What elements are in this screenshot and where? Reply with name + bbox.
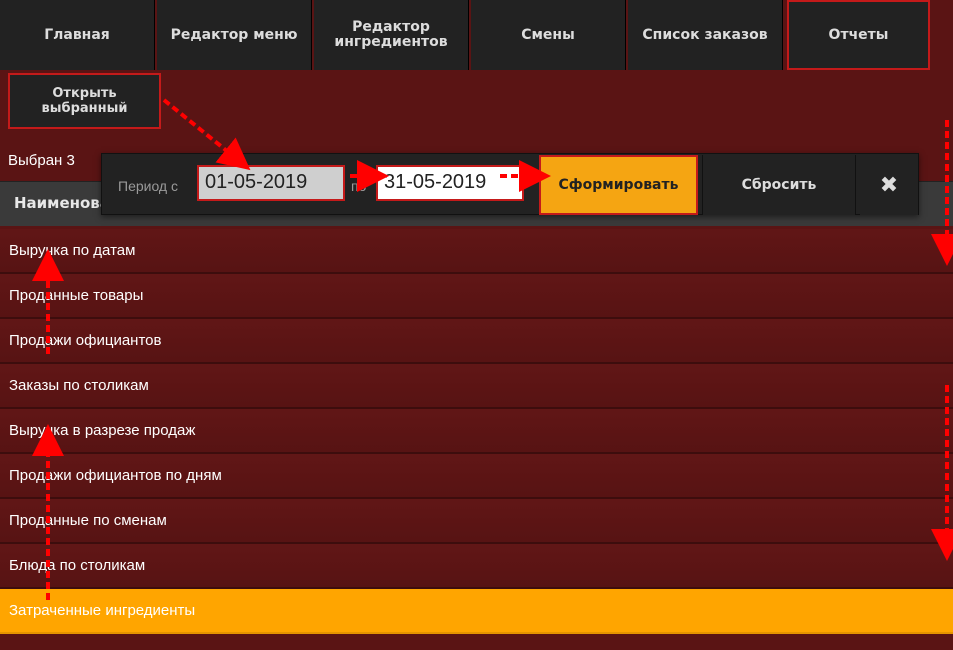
reset-button[interactable]: Сбросить xyxy=(702,155,856,215)
tab-shifts[interactable]: Смены xyxy=(471,0,626,70)
selected-count-text: Выбран 3 xyxy=(8,152,75,169)
report-item-sold-by-shift[interactable]: Проданные по сменам xyxy=(0,499,953,544)
close-button[interactable]: ✖ xyxy=(860,155,918,215)
report-item-revenue-by-date[interactable]: Выручка по датам xyxy=(0,229,953,274)
annotation-arrow-diagonal xyxy=(162,98,251,171)
period-to-label: по xyxy=(351,178,367,194)
report-item-orders-by-table[interactable]: Заказы по столикам xyxy=(0,364,953,409)
date-to-input[interactable]: 31-05-2019 xyxy=(376,165,524,201)
tab-home[interactable]: Главная xyxy=(0,0,155,70)
tab-reports[interactable]: Отчеты xyxy=(787,0,930,70)
report-item-dishes-by-table[interactable]: Блюда по столикам xyxy=(0,544,953,589)
report-item-waiter-sales-by-day[interactable]: Продажи официантов по дням xyxy=(0,454,953,499)
report-item-revenue-by-sales[interactable]: Выручка в разрезе продаж xyxy=(0,409,953,454)
open-selected-button[interactable]: Открыть выбранный xyxy=(8,73,161,129)
close-icon: ✖ xyxy=(879,172,899,198)
date-from-input[interactable]: 01-05-2019 xyxy=(197,165,345,201)
period-label: Период с xyxy=(118,178,178,194)
report-item-sold-goods[interactable]: Проданные товары xyxy=(0,274,953,319)
top-nav: Главная Редактор меню Редактор ингредиен… xyxy=(0,0,953,72)
tab-orders-list[interactable]: Список заказов xyxy=(628,0,783,70)
period-dialog: Период с 01-05-2019 по 31-05-2019 Сформи… xyxy=(101,153,919,215)
tab-ingredients-editor[interactable]: Редактор ингредиентов xyxy=(314,0,469,70)
report-item-waiter-sales[interactable]: Продажи официантов xyxy=(0,319,953,364)
report-item-spent-ingredients[interactable]: Затраченные ингредиенты xyxy=(0,589,953,634)
generate-button[interactable]: Сформировать xyxy=(539,155,698,215)
report-list: Выручка по датам Проданные товары Продаж… xyxy=(0,229,953,634)
tab-menu-editor[interactable]: Редактор меню xyxy=(157,0,312,70)
